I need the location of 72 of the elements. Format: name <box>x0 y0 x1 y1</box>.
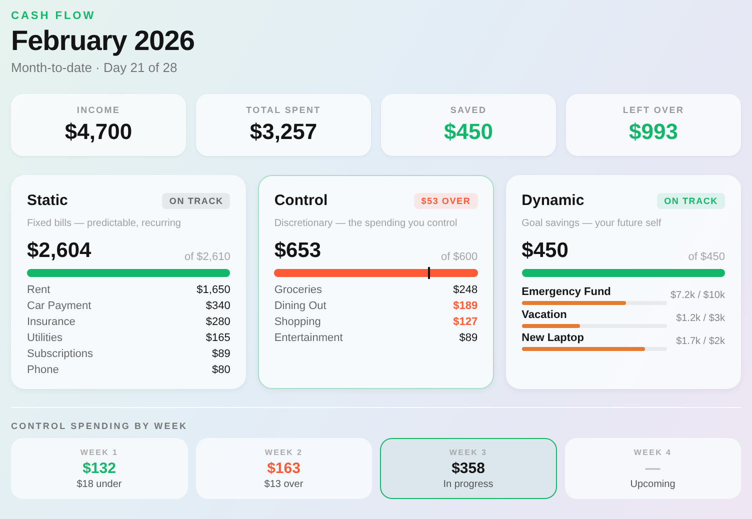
expense-label: Subscriptions <box>27 347 94 362</box>
week-label: WEEK 2 <box>264 448 303 456</box>
week-note: Upcoming <box>630 478 676 490</box>
expense-label: Rent <box>27 283 50 298</box>
status-badge: ON TRACK <box>657 192 725 208</box>
status-badge: ON TRACK <box>162 192 230 208</box>
expense-label: Phone <box>27 363 59 378</box>
week-label: WEEK 1 <box>80 448 118 456</box>
category-description: Fixed bills — predictable, recurring <box>27 218 182 229</box>
goal-name: New Laptop <box>522 332 585 344</box>
week-card[interactable]: WEEK 4 — Upcoming <box>564 438 741 499</box>
expense-amount: $340 <box>206 299 230 314</box>
expense-amount: $89 <box>459 331 478 346</box>
week-card[interactable]: WEEK 2 $163 $13 over <box>196 438 372 499</box>
summary-label: SAVED <box>450 105 487 115</box>
summary-label: TOTAL SPENT <box>246 105 321 115</box>
expense-label: Entertainment <box>274 331 343 346</box>
expense-label: Insurance <box>27 315 76 330</box>
expense-amount: $248 <box>453 283 478 298</box>
category-card[interactable]: Dynamic ON TRACK Goal savings — your future self $450 of $450 Emergency Fund $7.2k / $10k Vacation $1.2k / $3k New Laptop $1.7k / $2k <box>506 175 741 389</box>
category-title: Static <box>27 192 68 209</box>
week-note: $13 over <box>264 478 304 490</box>
expense-label: Car Payment <box>27 299 92 314</box>
category-title: Dynamic <box>522 192 584 209</box>
goal-progress: $7.2k / $10k <box>670 290 725 301</box>
expense-label: Utilities <box>27 331 62 346</box>
category-card[interactable]: Control $53 OVER Discretionary — the spending you control $653 of $600 Groceries $248 Dining Out $189 Shopping $127 Entertainment $89 <box>258 175 494 389</box>
summary-label: INCOME <box>76 105 120 115</box>
goal-name: Vacation <box>522 309 568 321</box>
goal-progress: $1.7k / $2k <box>676 336 725 347</box>
week-amount: $132 <box>82 460 116 476</box>
goal-progress: $1.2k / $3k <box>676 313 725 324</box>
category-budget: of $2,610 <box>184 251 230 263</box>
summary-label: LEFT OVER <box>622 105 684 115</box>
expense-label: Groceries <box>274 283 322 298</box>
page-title: February 2026 <box>11 25 196 57</box>
category-title: Control <box>274 192 328 209</box>
summary-value: $450 <box>444 119 493 145</box>
week-card[interactable]: WEEK 3 $358 In progress <box>380 438 556 499</box>
week-amount: — <box>645 460 660 476</box>
week-note: In progress <box>443 478 494 490</box>
expense-amount: $89 <box>212 347 230 362</box>
category-description: Discretionary — the spending you control <box>274 218 458 229</box>
expense-amount: $165 <box>206 331 230 346</box>
week-amount: $163 <box>267 460 300 476</box>
category-budget: of $600 <box>440 251 478 263</box>
category-budget: of $450 <box>688 251 725 263</box>
summary-value: $993 <box>629 119 678 145</box>
expense-amount: $280 <box>206 315 230 330</box>
eyebrow-label: CASH FLOW <box>11 10 97 22</box>
page-subtitle: Month-to-date · Day 21 of 28 <box>11 60 178 75</box>
week-card[interactable]: WEEK 1 $132 $18 under <box>11 438 188 499</box>
summary-value: $3,257 <box>250 119 318 145</box>
section-title: CONTROL SPENDING BY WEEK <box>11 421 189 431</box>
expense-amount: $80 <box>212 363 230 378</box>
status-badge: $53 OVER <box>414 192 478 208</box>
expense-label: Shopping <box>274 315 321 330</box>
goal-name: Emergency Fund <box>522 286 612 298</box>
summary-value: $4,700 <box>64 119 132 145</box>
category-description: Goal savings — your future self <box>522 218 662 229</box>
category-amount: $450 <box>522 239 568 263</box>
week-note: $18 under <box>76 478 122 490</box>
expense-amount: $1,650 <box>196 283 230 298</box>
week-label: WEEK 4 <box>634 448 672 456</box>
category-amount: $653 <box>274 239 322 263</box>
category-card[interactable]: Static ON TRACK Fixed bills — predictable, recurring $2,604 of $2,610 Rent $1,650 Car Payment $340 Insurance $280 Utilities $165 Subscriptions $89 Phone $80 <box>11 175 246 389</box>
category-amount: $2,604 <box>27 239 92 263</box>
week-label: WEEK 3 <box>449 448 488 456</box>
week-amount: $358 <box>452 460 485 476</box>
expense-amount: $189 <box>453 299 478 314</box>
expense-label: Dining Out <box>274 299 326 314</box>
expense-amount: $127 <box>453 315 478 330</box>
